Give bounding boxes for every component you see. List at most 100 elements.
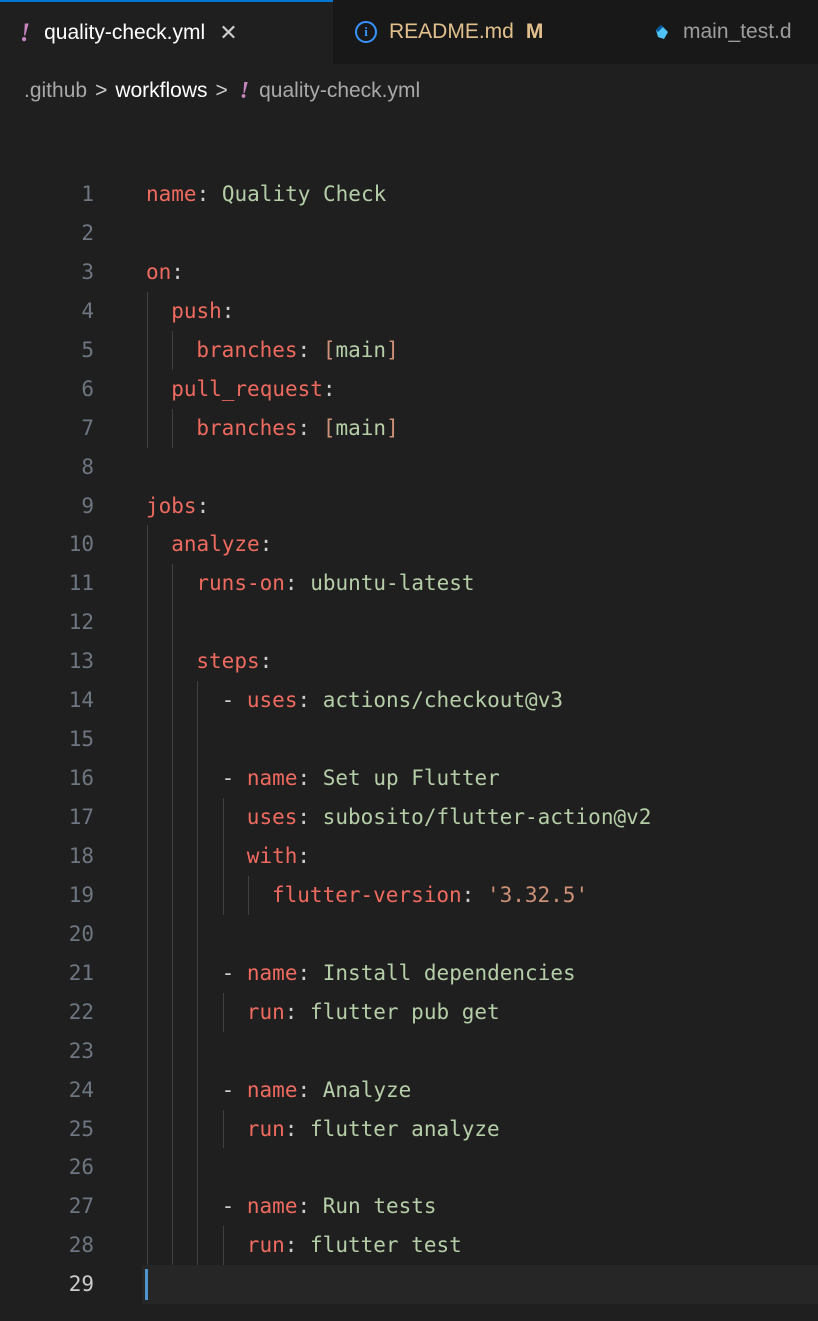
code-line[interactable]: 26 xyxy=(0,1148,818,1188)
line-number: 11 xyxy=(68,571,94,596)
indent-guide xyxy=(172,1187,174,1227)
line-number: 10 xyxy=(68,532,94,557)
code-token: run xyxy=(246,1233,285,1258)
code-token: : xyxy=(171,259,184,284)
code-token: : xyxy=(297,843,311,868)
yaml-file-icon: ! xyxy=(20,18,31,47)
breadcrumb-item-github[interactable]: .github xyxy=(24,79,87,103)
code-text: - name: Set up Flutter xyxy=(222,759,500,798)
code-line[interactable]: 16 - name: Set up Flutter xyxy=(0,759,818,798)
indent-guide xyxy=(222,1226,224,1266)
code-line[interactable]: 2 xyxy=(0,214,818,253)
indent-guide xyxy=(197,681,199,721)
code-line[interactable]: 17 uses: subosito/flutter-action@v2 xyxy=(0,798,818,837)
indent-guide xyxy=(197,953,199,993)
code-token: Quality Check xyxy=(221,182,387,206)
code-line[interactable]: 21 - name: Install dependencies xyxy=(0,953,818,993)
code-line[interactable]: 8 xyxy=(0,448,818,487)
code-text: run: flutter analyze xyxy=(247,1110,500,1149)
code-token: ] xyxy=(386,337,399,362)
line-number: 27 xyxy=(68,1194,94,1219)
code-line[interactable]: 25 run: flutter analyze xyxy=(0,1109,818,1149)
code-line[interactable]: 13 steps: xyxy=(0,642,818,682)
code-token: - xyxy=(221,688,247,713)
code-token: : xyxy=(322,376,336,401)
code-line[interactable]: 10 analyze: xyxy=(0,525,818,565)
code-line[interactable]: 4 push: xyxy=(0,291,818,331)
code-line[interactable]: 14 - uses: actions/checkout@v3 xyxy=(0,681,818,721)
code-line[interactable]: 5 branches: [main] xyxy=(0,330,818,370)
code-text: run: flutter pub get xyxy=(247,993,500,1032)
breadcrumb-item-file[interactable]: quality-check.yml xyxy=(259,79,420,103)
code-line[interactable]: 11 runs-on: ubuntu-latest xyxy=(0,564,818,604)
line-number: 28 xyxy=(68,1233,94,1258)
code-text: flutter-version: '3.32.5' xyxy=(272,876,588,915)
line-number: 2 xyxy=(81,220,94,245)
indent-guide xyxy=(147,914,148,954)
line-number: 22 xyxy=(68,999,94,1024)
code-line[interactable]: 18 with: xyxy=(0,836,818,876)
code-token: name xyxy=(246,1077,298,1102)
line-number: 21 xyxy=(68,960,94,985)
breadcrumb-item-workflows[interactable]: workflows xyxy=(115,79,207,103)
code-line[interactable]: 19 flutter-version: '3.32.5' xyxy=(0,875,818,915)
indent-guide xyxy=(197,759,199,798)
indent-guide xyxy=(197,1031,199,1071)
code-line[interactable]: 3 on: xyxy=(0,253,818,292)
code-line[interactable]: 27 - name: Run tests xyxy=(0,1187,818,1227)
line-number: 6 xyxy=(81,376,94,401)
indent-guide xyxy=(147,1109,148,1149)
code-line[interactable]: 7 branches: [main] xyxy=(0,408,818,448)
code-token: : xyxy=(297,1194,323,1219)
indent-guide xyxy=(172,759,174,798)
line-number: 3 xyxy=(81,259,94,284)
code-text: branches: [main] xyxy=(196,331,398,370)
code-line[interactable]: 29 xyxy=(0,1265,818,1305)
close-icon[interactable]: ✕ xyxy=(219,20,237,46)
tab-main-test[interactable]: main_test.d xyxy=(623,0,818,64)
code-token: : xyxy=(297,805,323,829)
tab-readme-md[interactable]: i README.md M xyxy=(333,0,623,64)
code-token: main xyxy=(335,415,387,440)
code-token: : xyxy=(297,1077,323,1102)
tab-label: main_test.d xyxy=(683,20,792,43)
code-line[interactable]: 12 xyxy=(0,603,818,643)
code-text: push: xyxy=(171,292,234,331)
code-line[interactable]: 9 jobs: xyxy=(0,487,818,526)
indent-guide xyxy=(222,836,224,876)
indent-guide xyxy=(222,1109,224,1149)
current-line-highlight xyxy=(142,1265,818,1305)
code-line[interactable]: 1 name: Quality Check xyxy=(0,175,818,214)
tab-label: quality-check.yml xyxy=(44,21,206,44)
tab-quality-check-yml[interactable]: ! quality-check.yml ✕ xyxy=(0,0,333,64)
code-token: with xyxy=(246,843,298,868)
indent-guide xyxy=(172,408,174,448)
line-number: 17 xyxy=(68,805,94,829)
code-line[interactable]: 28 run: flutter test xyxy=(0,1226,818,1266)
indent-guide xyxy=(172,1226,174,1266)
code-token: analyze xyxy=(171,532,260,557)
code-line[interactable]: 20 xyxy=(0,914,818,954)
indent-guide xyxy=(197,914,199,954)
code-token: : xyxy=(297,337,323,362)
code-token: Install dependencies xyxy=(322,960,576,985)
code-line[interactable]: 15 xyxy=(0,720,818,760)
code-token: name xyxy=(246,766,298,791)
code-line[interactable]: 23 xyxy=(0,1031,818,1071)
code-text: branches: [main] xyxy=(196,409,398,448)
line-number: 18 xyxy=(68,843,94,868)
code-token: run xyxy=(246,1116,285,1141)
code-line[interactable]: 6 pull_request: xyxy=(0,369,818,409)
code-token: Set up Flutter xyxy=(322,766,500,791)
code-token: run xyxy=(246,999,285,1024)
indent-guide xyxy=(172,875,174,915)
code-line[interactable]: 22 run: flutter pub get xyxy=(0,992,818,1032)
code-token: flutter analyze xyxy=(310,1116,500,1141)
code-editor[interactable]: 1 name: Quality Check 2 3 on: 4 push: 5 branches… xyxy=(0,118,818,1321)
code-line[interactable]: 24 - name: Analyze xyxy=(0,1070,818,1110)
code-token: name xyxy=(146,182,197,206)
code-token: - xyxy=(221,1194,247,1219)
indent-guide xyxy=(197,1187,199,1227)
code-token: : xyxy=(297,415,323,440)
indent-guide xyxy=(172,836,174,876)
